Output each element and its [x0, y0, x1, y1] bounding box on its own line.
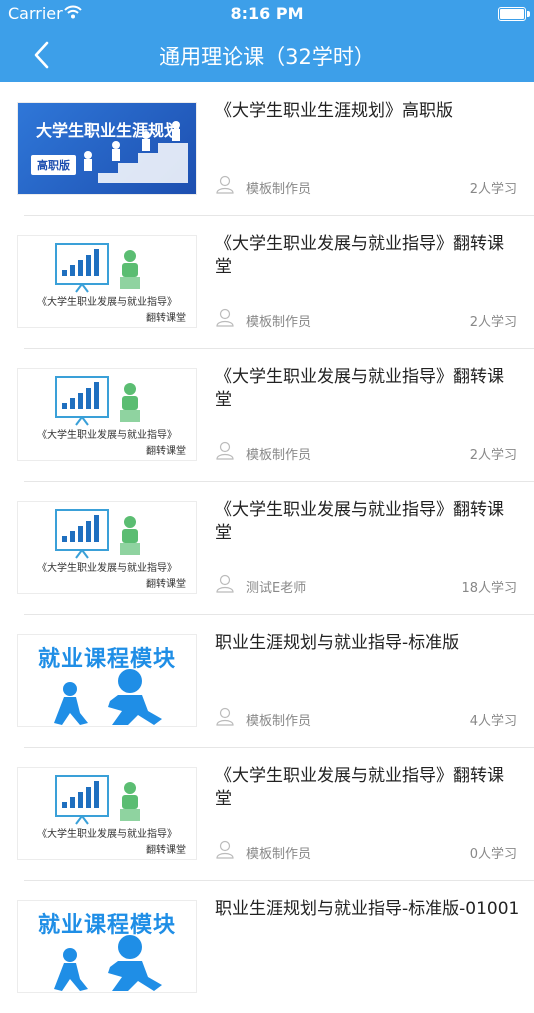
course-row[interactable]: 就业课程模块 职业生涯规划与就业指导-标准版模板制作员 4人学习	[0, 614, 534, 747]
course-title[interactable]: 《大学生职业发展与就业指导》翻转课堂	[215, 765, 520, 811]
course-row[interactable]: 《大学生职业发展与就业指导》 翻转课堂 《大学生职业发展与就业指导》翻转课堂 测试E老…	[0, 481, 534, 614]
running-kids-illustration	[54, 669, 162, 725]
learner-count: 2人学习	[469, 182, 517, 197]
course-title[interactable]: 《大学生职业发展与就业指导》翻转课堂	[215, 366, 520, 412]
page-title: 通用理论课（32学时）	[159, 45, 375, 69]
user-icon	[216, 175, 234, 194]
battery-icon	[498, 7, 530, 21]
course-row[interactable]: 《大学生职业发展与就业指导》 翻转课堂 《大学生职业发展与就业指导》翻转课堂 模板制作…	[0, 215, 534, 348]
nav-bar: Carrier 8:16 PM 通用理论课（32学时）	[0, 0, 534, 82]
course-title[interactable]: 《大学生职业生涯规划》高职版	[215, 100, 520, 123]
thumbnail-title: 《大学生职业发展与就业指导》	[37, 829, 177, 840]
thumbnail-badge: 高职版	[31, 155, 76, 175]
course-list: 大学生职业生涯规划 高职版 《大学生职业生涯规划》高职版 模板制作员 2人学习 《大学生职…	[0, 82, 534, 1013]
thumbnail-subtitle: 翻转课堂	[146, 579, 186, 590]
course-author: 模板制作员	[246, 182, 312, 197]
course-author: 模板制作员	[246, 714, 312, 729]
running-kids-illustration	[54, 935, 162, 991]
course-thumbnail[interactable]: 《大学生职业发展与就业指导》翻转课堂	[17, 501, 197, 594]
status-bar: Carrier 8:16 PM	[0, 0, 534, 28]
chart-board-illustration	[55, 243, 140, 293]
thumbnail-title: 《大学生职业发展与就业指导》	[37, 430, 177, 441]
thumbnail-title: 《大学生职业发展与就业指导》	[37, 563, 177, 574]
course-thumbnail[interactable]: 《大学生职业发展与就业指导》翻转课堂	[17, 767, 197, 860]
course-title[interactable]: 《大学生职业发展与就业指导》翻转课堂	[215, 233, 520, 279]
course-thumbnail[interactable]: 《大学生职业发展与就业指导》翻转课堂	[17, 235, 197, 328]
course-row[interactable]: 大学生职业生涯规划 高职版 《大学生职业生涯规划》高职版 模板制作员 2人学习	[0, 82, 534, 215]
course-row[interactable]: 就业课程模块 职业生涯规划与就业指导-标准版-01001	[0, 880, 534, 1013]
course-row[interactable]: 《大学生职业发展与就业指导》 翻转课堂 《大学生职业发展与就业指导》翻转课堂 模板制作…	[0, 747, 534, 880]
learner-count: 0人学习	[469, 847, 517, 862]
user-icon	[216, 707, 234, 726]
chart-board-illustration	[55, 376, 140, 426]
user-icon	[216, 574, 234, 593]
learner-count: 2人学习	[469, 315, 517, 330]
chart-board-illustration	[55, 775, 140, 825]
learner-count: 18人学习	[461, 581, 517, 596]
user-icon	[216, 441, 234, 460]
course-author: 模板制作员	[246, 315, 312, 330]
user-icon	[216, 840, 234, 859]
course-title[interactable]: 职业生涯规划与就业指导-标准版	[215, 632, 520, 655]
user-icon	[216, 308, 234, 327]
clock: 8:16 PM	[230, 4, 304, 23]
course-thumbnail[interactable]: 《大学生职业发展与就业指导》翻转课堂	[17, 368, 197, 461]
course-author: 测试E老师	[246, 581, 307, 596]
course-title[interactable]: 《大学生职业发展与就业指导》翻转课堂	[215, 499, 520, 545]
learner-count: 4人学习	[469, 714, 517, 729]
course-author: 模板制作员	[246, 847, 312, 862]
thumbnail-subtitle: 翻转课堂	[146, 446, 186, 457]
course-thumbnail[interactable]: 就业课程模块	[17, 900, 197, 993]
course-thumbnail[interactable]: 大学生职业生涯规划高职版	[17, 102, 197, 195]
course-row[interactable]: 《大学生职业发展与就业指导》 翻转课堂 《大学生职业发展与就业指导》翻转课堂 模板制作…	[0, 348, 534, 481]
course-author: 模板制作员	[246, 448, 312, 463]
chart-board-illustration	[55, 509, 140, 559]
course-title[interactable]: 职业生涯规划与就业指导-标准版-01001	[215, 898, 520, 921]
course-thumbnail[interactable]: 就业课程模块	[17, 634, 197, 727]
thumbnail-subtitle: 翻转课堂	[146, 313, 186, 324]
thumbnail-title: 大学生职业生涯规划	[35, 121, 180, 140]
thumbnail-subtitle: 翻转课堂	[146, 845, 186, 856]
learner-count: 2人学习	[469, 448, 517, 463]
thumbnail-title: 《大学生职业发展与就业指导》	[37, 297, 177, 308]
